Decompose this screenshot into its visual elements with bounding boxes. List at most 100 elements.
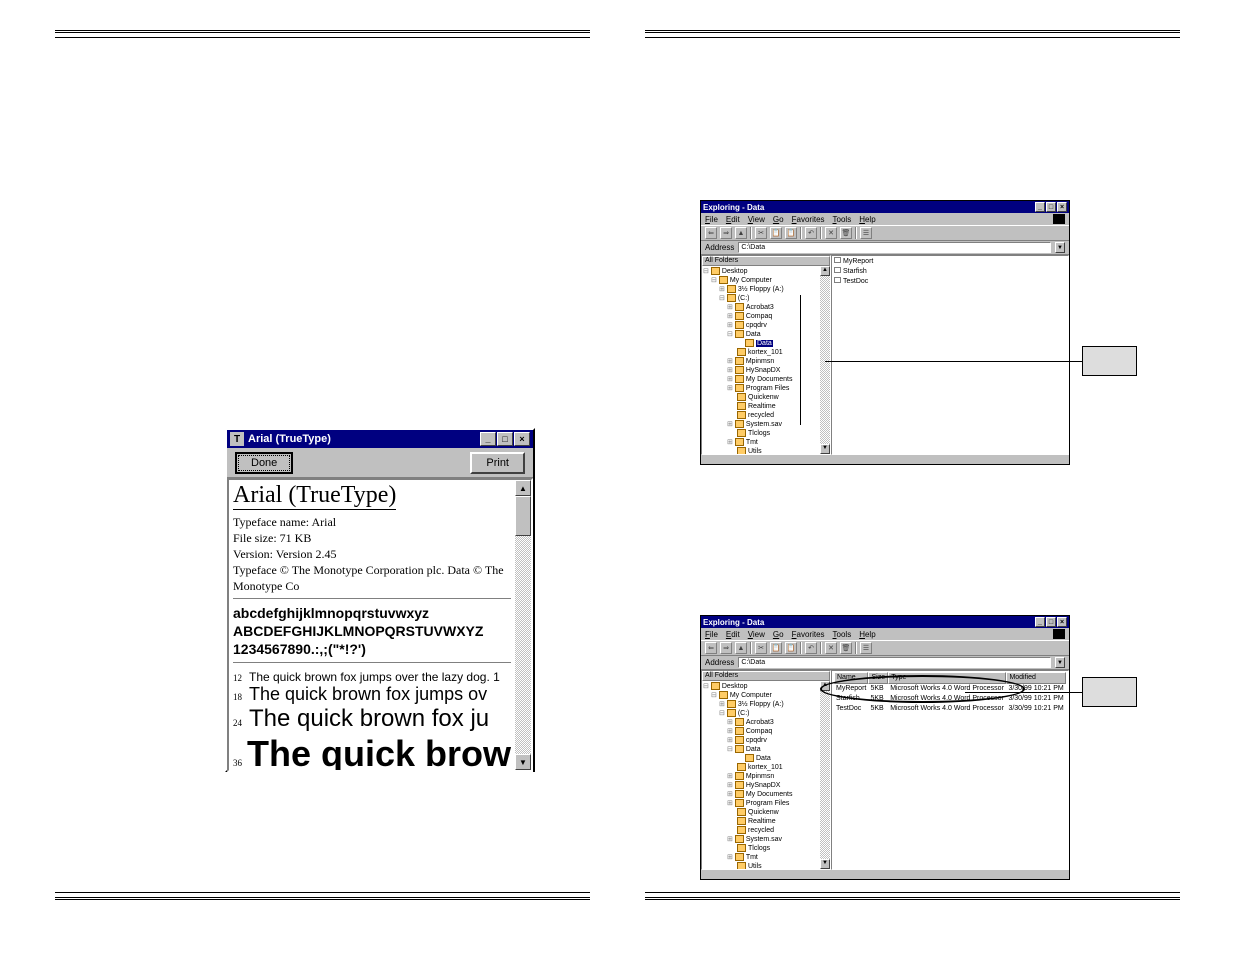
tree-node[interactable]: My Computer [703, 276, 829, 285]
menu-bar[interactable]: File Edit View Go Favorites Tools Help [701, 213, 1069, 225]
tree-node[interactable]: Utils [703, 447, 829, 455]
undo-icon[interactable]: ↶ [805, 227, 817, 239]
tree-node[interactable]: Realtime [703, 402, 829, 411]
forward-icon[interactable]: ⇒ [720, 642, 732, 654]
file-item[interactable]: MyReport [834, 257, 1066, 267]
scrollbar[interactable]: ▲ ▼ [515, 480, 531, 770]
scroll-down[interactable]: ▼ [515, 754, 531, 770]
views-icon[interactable]: ☰ [860, 227, 872, 239]
address-dropdown[interactable]: ▼ [1055, 242, 1065, 253]
menu-help[interactable]: Help [859, 215, 875, 224]
up-icon[interactable]: ▲ [735, 642, 747, 654]
properties-icon[interactable]: 🗑 [840, 642, 852, 654]
scroll-thumb[interactable] [515, 496, 531, 536]
minimize-button[interactable]: _ [480, 432, 496, 446]
folder-tree[interactable]: DesktopMy Computer3½ Floppy (A:)(C:)Acro… [702, 681, 830, 870]
tree-node[interactable]: kortex_101 [703, 763, 829, 772]
menu-edit[interactable]: Edit [726, 630, 740, 639]
tree-node[interactable]: Program Files [703, 384, 829, 393]
close-button[interactable]: × [1057, 202, 1067, 212]
delete-icon[interactable]: ✕ [825, 227, 837, 239]
file-item[interactable]: TestDoc [834, 277, 1066, 287]
tree-node[interactable]: recycled [703, 411, 829, 420]
tree-node[interactable]: Acrobat3 [703, 718, 829, 727]
menu-go[interactable]: Go [773, 630, 784, 639]
menu-view[interactable]: View [748, 630, 765, 639]
tree-node[interactable]: Acrobat3 [703, 303, 829, 312]
tree-node[interactable]: Tlclogs [703, 429, 829, 438]
tree-node[interactable]: System.sav [703, 835, 829, 844]
menu-go[interactable]: Go [773, 215, 784, 224]
tree-node[interactable]: Tmt [703, 853, 829, 862]
back-icon[interactable]: ⇐ [705, 227, 717, 239]
tree-node[interactable]: Tmt [703, 438, 829, 447]
close-button[interactable]: × [514, 432, 530, 446]
file-item[interactable]: Starfish [834, 267, 1066, 277]
tree-node[interactable]: Program Files [703, 799, 829, 808]
tree-node[interactable]: Data [703, 330, 829, 339]
delete-icon[interactable]: ✕ [825, 642, 837, 654]
tree-node[interactable]: Utils [703, 862, 829, 870]
done-button[interactable]: Done [235, 452, 293, 474]
tree-node[interactable]: Desktop [703, 682, 829, 691]
scroll-track[interactable] [515, 536, 531, 754]
tree-node[interactable]: (C:) [703, 709, 829, 718]
explorer-titlebar[interactable]: Exploring - Data _ □ × [701, 201, 1069, 213]
cut-icon[interactable]: ✂ [755, 642, 767, 654]
menu-view[interactable]: View [748, 215, 765, 224]
tree-node[interactable]: My Documents [703, 375, 829, 384]
close-button[interactable]: × [1057, 617, 1067, 627]
copy-icon[interactable]: 📋 [770, 227, 782, 239]
copy-icon[interactable]: 📋 [770, 642, 782, 654]
menu-help[interactable]: Help [859, 630, 875, 639]
menu-favorites[interactable]: Favorites [792, 215, 825, 224]
menu-file[interactable]: File [705, 630, 718, 639]
tree-node[interactable]: My Documents [703, 790, 829, 799]
tree-node[interactable]: (C:) [703, 294, 829, 303]
tree-node[interactable]: recycled [703, 826, 829, 835]
up-icon[interactable]: ▲ [735, 227, 747, 239]
paste-icon[interactable]: 📋 [785, 642, 797, 654]
tree-node[interactable]: Compaq [703, 727, 829, 736]
forward-icon[interactable]: ⇒ [720, 227, 732, 239]
titlebar[interactable]: T Arial (TrueType) _ □ × [227, 430, 533, 448]
scroll-up[interactable]: ▲ [515, 480, 531, 496]
tree-node[interactable]: Data [703, 754, 829, 763]
paste-icon[interactable]: 📋 [785, 227, 797, 239]
address-field[interactable]: C:\Data [738, 242, 1051, 253]
tree-node[interactable]: Realtime [703, 817, 829, 826]
undo-icon[interactable]: ↶ [805, 642, 817, 654]
views-icon[interactable]: ☰ [860, 642, 872, 654]
menu-edit[interactable]: Edit [726, 215, 740, 224]
address-field[interactable]: C:\Data [738, 657, 1051, 668]
tree-node[interactable]: Data [703, 339, 829, 348]
minimize-button[interactable]: _ [1035, 617, 1045, 627]
tree-node[interactable]: Data [703, 745, 829, 754]
tree-node[interactable]: Mpinmsn [703, 357, 829, 366]
tree-node[interactable]: 3½ Floppy (A:) [703, 285, 829, 294]
tree-node[interactable]: cpqdrv [703, 736, 829, 745]
cut-icon[interactable]: ✂ [755, 227, 767, 239]
tree-node[interactable]: System.sav [703, 420, 829, 429]
tree-scrollbar[interactable]: ▲▼ [820, 266, 830, 454]
print-button[interactable]: Print [470, 452, 525, 474]
menu-bar[interactable]: File Edit View Go Favorites Tools Help [701, 628, 1069, 640]
tree-node[interactable]: Desktop [703, 267, 829, 276]
tree-node[interactable]: cpqdrv [703, 321, 829, 330]
tree-node[interactable]: Tlclogs [703, 844, 829, 853]
file-row[interactable]: TestDoc5KBMicrosoft Works 4.0 Word Proce… [834, 704, 1066, 714]
tree-node[interactable]: 3½ Floppy (A:) [703, 700, 829, 709]
menu-favorites[interactable]: Favorites [792, 630, 825, 639]
tree-node[interactable]: Quickenw [703, 393, 829, 402]
tree-node[interactable]: Compaq [703, 312, 829, 321]
properties-icon[interactable]: 🗑 [840, 227, 852, 239]
menu-file[interactable]: File [705, 215, 718, 224]
maximize-button[interactable]: □ [1046, 202, 1056, 212]
explorer-titlebar[interactable]: Exploring - Data _ □ × [701, 616, 1069, 628]
menu-tools[interactable]: Tools [833, 630, 852, 639]
maximize-button[interactable]: □ [1046, 617, 1056, 627]
tree-node[interactable]: Quickenw [703, 808, 829, 817]
back-icon[interactable]: ⇐ [705, 642, 717, 654]
tree-node[interactable]: kortex_101 [703, 348, 829, 357]
folder-tree[interactable]: DesktopMy Computer3½ Floppy (A:)(C:)Acro… [702, 266, 830, 455]
